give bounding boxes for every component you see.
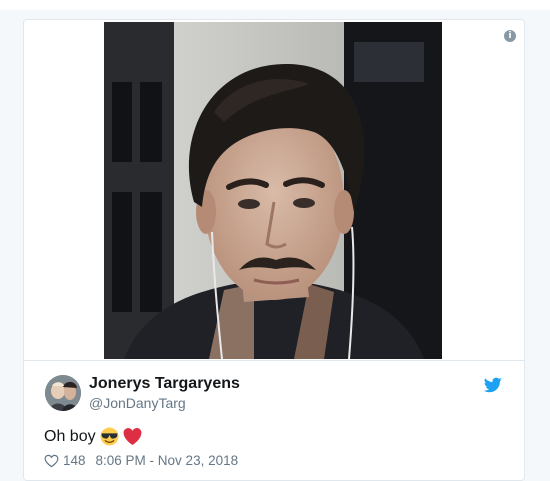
like-count[interactable]: 148 (63, 453, 86, 468)
media-divider (24, 360, 524, 361)
tweet-text: Oh boy (44, 427, 142, 446)
tweet-author-handle[interactable]: @JonDanyTarg (89, 395, 186, 411)
twitter-bird-icon[interactable] (484, 377, 502, 393)
avatar-image (45, 375, 81, 411)
red-heart-icon (123, 428, 142, 445)
tweet-text-content: Oh boy (44, 427, 96, 445)
tweet-timestamp[interactable]: 8:06 PM - Nov 23, 2018 (96, 453, 239, 468)
tweet-photo[interactable] (104, 22, 442, 360)
avatar[interactable] (45, 375, 81, 411)
info-icon[interactable]: i (504, 30, 516, 42)
page-top-strip (0, 0, 550, 10)
embedded-tweet-card[interactable]: i Jonerys Targaryens @JonDanyTarg Oh boy… (23, 19, 525, 481)
tweet-meta: 148 8:06 PM - Nov 23, 2018 (44, 453, 238, 468)
smiling-face-with-sunglasses-icon (100, 427, 119, 446)
tweet-photo-image (104, 22, 442, 360)
heart-outline-icon[interactable] (44, 454, 59, 468)
tweet-author-name[interactable]: Jonerys Targaryens (89, 375, 240, 393)
